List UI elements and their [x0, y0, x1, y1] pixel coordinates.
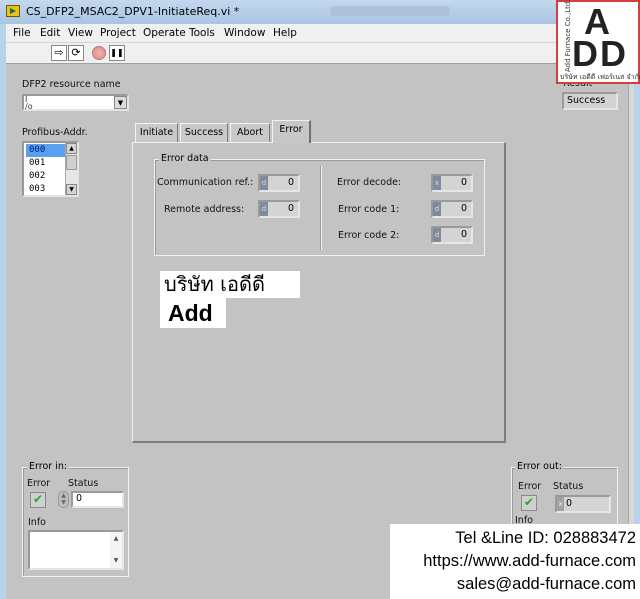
error-code-1-value: 0 — [460, 203, 467, 214]
status-spinner[interactable]: ▲ ▼ — [58, 491, 69, 508]
communication-ref-value: 0 — [287, 177, 294, 188]
menu-project[interactable]: Project — [100, 27, 136, 39]
error-decode-value: 0 — [460, 177, 467, 188]
list-item[interactable]: 003 — [26, 183, 66, 196]
info-scrollbar[interactable]: ▲ ▼ — [110, 532, 122, 568]
contact-website: https://www.add-furnace.com — [423, 552, 636, 570]
error-code-2-label: Error code 2: — [338, 230, 400, 241]
logo-thai-text: บริษัท เอดีดี เฟอร์เนส จำกัด — [560, 73, 640, 81]
window-titlebar: CS_DFP2_MSAC2_DPV1-InitiateReq.vi * — [0, 0, 640, 24]
profibus-addr-label: Profibus-Addr. — [22, 127, 88, 138]
labview-vi-icon — [6, 5, 20, 17]
error-out-status-indicator: x 0 — [555, 495, 611, 513]
error-out-checkbox — [521, 495, 537, 511]
error-out-status-value: 0 — [566, 498, 573, 509]
toolbar: ⇨ ⟳ ❚❚ — [6, 43, 634, 64]
tab-initiate[interactable]: Initiate — [135, 123, 178, 142]
menu-edit[interactable]: Edit — [40, 27, 60, 39]
error-in-status-field[interactable]: 0 — [71, 491, 124, 508]
listbox-scrollbar[interactable]: ▲ ▼ — [65, 143, 77, 195]
communication-ref-label: Communication ref.: — [157, 177, 254, 188]
profibus-addr-listbox[interactable]: 000 001 002 003 ▲ ▼ — [22, 141, 79, 197]
run-arrow-icon[interactable]: ⇨ — [51, 45, 67, 61]
watermark-thai: บริษัท เอดีดี — [160, 271, 300, 298]
error-in-title: Error in: — [27, 461, 70, 472]
pause-icon[interactable]: ❚❚ — [109, 45, 125, 61]
radix-icon: d — [433, 228, 441, 242]
menu-help[interactable]: Help — [273, 27, 297, 39]
abort-stop-icon[interactable] — [92, 46, 106, 60]
error-decode-label: Error decode: — [337, 177, 402, 188]
run-continuously-icon[interactable]: ⟳ — [68, 45, 84, 61]
list-item[interactable]: 002 — [26, 170, 66, 183]
watermark-add: Add — [160, 298, 226, 328]
menu-file[interactable]: File — [13, 27, 31, 39]
error-code-2-value: 0 — [460, 229, 467, 240]
radix-icon: d — [433, 202, 441, 216]
menu-view[interactable]: View — [68, 27, 93, 39]
contact-phone: Tel &Line ID: 028883472 — [455, 529, 636, 547]
window-title: CS_DFP2_MSAC2_DPV1-InitiateReq.vi * — [26, 5, 240, 18]
error-in-info-label: Info — [28, 517, 46, 528]
error-in-status-label: Status — [68, 478, 99, 489]
group-separator — [320, 166, 322, 250]
company-logo: A DD Add Furnace Co.,Ltd. บริษัท เอดีดี … — [556, 0, 640, 84]
contact-email: sales@add-furnace.com — [456, 575, 636, 593]
menu-window[interactable]: Window — [224, 27, 265, 39]
scroll-up-icon[interactable]: ▲ — [66, 143, 77, 154]
logo-vertical-text: Add Furnace Co.,Ltd. — [564, 0, 572, 72]
remote-address-indicator: d 0 — [258, 200, 300, 218]
error-code-1-label: Error code 1: — [338, 204, 400, 215]
error-data-title: Error data — [159, 153, 211, 164]
radix-icon: d — [260, 202, 268, 216]
communication-ref-indicator: d 0 — [258, 174, 300, 192]
remote-address-value: 0 — [287, 203, 294, 214]
menu-tools[interactable]: Tools — [189, 27, 215, 39]
error-in-info-field[interactable]: ▲ ▼ — [28, 530, 124, 570]
radix-icon: x — [557, 497, 564, 511]
contact-watermark: Tel &Line ID: 028883472 https://www.add-… — [390, 524, 640, 599]
error-code-1-indicator: d 0 — [431, 200, 473, 218]
error-out-error-label: Error — [518, 481, 542, 492]
error-in-error-label: Error — [27, 478, 51, 489]
scroll-thumb[interactable] — [66, 155, 77, 170]
tab-error[interactable]: Error — [272, 120, 311, 143]
window-right-border — [628, 64, 634, 599]
error-out-status-label: Status — [553, 481, 584, 492]
list-item[interactable]: 001 — [26, 157, 66, 170]
titlebar-blur — [330, 6, 450, 16]
list-item[interactable]: 000 — [26, 144, 66, 157]
radix-icon: d — [260, 176, 268, 190]
logo-letters-dd: DD — [572, 33, 628, 74]
scroll-down-icon[interactable]: ▼ — [66, 184, 77, 195]
error-in-checkbox[interactable] — [30, 492, 46, 508]
menu-operate[interactable]: Operate — [143, 27, 186, 39]
resource-name-combo[interactable]: I/o ▼ — [22, 94, 129, 111]
menu-bar: File Edit View Project Operate Tools Win… — [6, 24, 634, 43]
error-decode-indicator: x 0 — [431, 174, 473, 192]
tab-success[interactable]: Success — [180, 123, 228, 142]
result-indicator: Success — [562, 92, 618, 110]
radix-icon: x — [433, 176, 441, 190]
error-out-title: Error out: — [515, 461, 564, 472]
io-prefix-icon: I/o — [25, 95, 33, 111]
error-code-2-indicator: d 0 — [431, 226, 473, 244]
resource-name-label: DFP2 resource name — [22, 79, 121, 90]
chevron-down-icon[interactable]: ▼ — [114, 96, 127, 109]
tab-abort[interactable]: Abort — [230, 123, 270, 142]
remote-address-label: Remote address: — [164, 204, 245, 215]
